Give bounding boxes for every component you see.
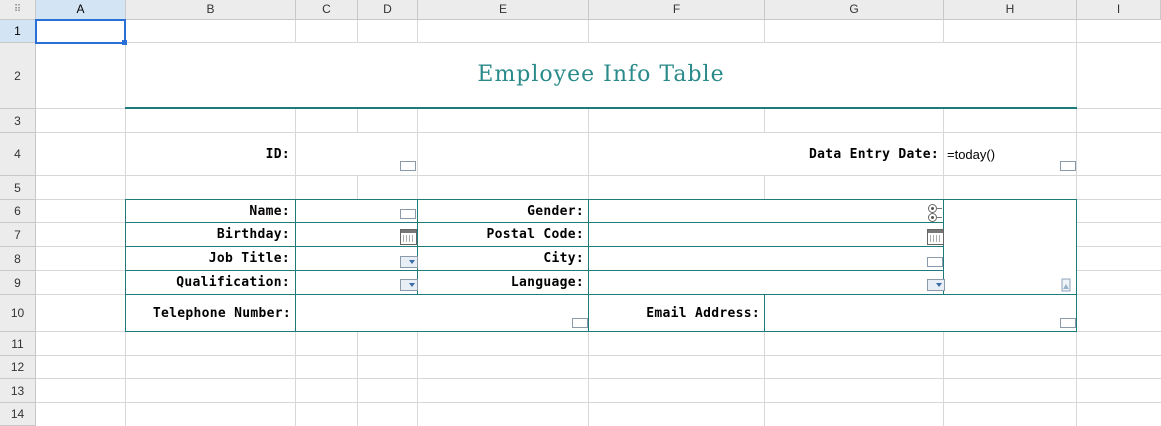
gridline	[417, 133, 418, 175]
page-title: Employee Info Table	[477, 62, 725, 87]
qualification-dropdown[interactable]	[296, 271, 418, 294]
select-all-corner[interactable]: ⠿	[0, 0, 36, 20]
email-label: Email Address:	[646, 305, 760, 321]
job-title-dropdown[interactable]	[296, 247, 418, 270]
column-header-g[interactable]: G	[765, 0, 944, 20]
qualification-label: Qualification:	[176, 275, 290, 290]
row-header-10[interactable]: 10	[0, 295, 36, 332]
row-header-6[interactable]: 6	[0, 200, 36, 223]
selected-cell-a1[interactable]	[35, 19, 126, 44]
gridline	[943, 133, 944, 175]
postal-code-label: Postal Code:	[486, 227, 584, 242]
dropdown-arrow-icon	[400, 279, 418, 291]
row-header-13[interactable]: 13	[0, 379, 36, 403]
radio-line	[936, 217, 942, 218]
name-label: Name:	[249, 203, 290, 219]
column-header-i[interactable]: I	[1077, 0, 1161, 20]
email-input[interactable]	[765, 295, 1076, 331]
textbox-icon	[1060, 318, 1076, 328]
dropdown-arrow-icon	[400, 256, 418, 268]
gender-label: Gender:	[527, 203, 584, 219]
column-header-e[interactable]: E	[418, 0, 589, 20]
textbox-icon	[927, 257, 943, 267]
data-entry-date-label: Data Entry Date:	[808, 146, 939, 162]
form-border-bottom	[125, 331, 1077, 332]
textbox-icon	[572, 318, 588, 328]
birthday-date-picker[interactable]	[296, 223, 417, 246]
textbox-icon	[1060, 161, 1076, 171]
row-header-8[interactable]: 8	[0, 247, 36, 271]
column-header-b[interactable]: B	[126, 0, 296, 20]
telephone-input[interactable]	[296, 295, 588, 331]
row-header-9[interactable]: 9	[0, 271, 36, 295]
row-header-5[interactable]: 5	[0, 176, 36, 200]
row-header-14[interactable]: 14	[0, 403, 36, 426]
language-label: Language:	[510, 275, 584, 290]
radio-line	[936, 208, 942, 209]
data-entry-date-value[interactable]: =today()	[947, 133, 1076, 175]
gender-radio-group[interactable]	[589, 200, 943, 222]
textbox-icon	[400, 161, 416, 171]
cell-grid[interactable]: Employee Info Table ID: Data Entry Date:…	[35, 19, 1161, 426]
gridline	[36, 402, 1161, 403]
column-header-h[interactable]: H	[944, 0, 1077, 20]
gridline	[36, 378, 1161, 379]
column-header-f[interactable]: F	[589, 0, 765, 20]
fill-handle[interactable]	[122, 40, 127, 45]
form-border-right	[1076, 199, 1077, 332]
language-dropdown[interactable]	[589, 271, 945, 294]
calendar-icon	[400, 229, 417, 245]
id-label: ID:	[265, 146, 290, 162]
postal-code-date-picker[interactable]	[589, 223, 944, 246]
column-header-d[interactable]: D	[358, 0, 418, 20]
name-input[interactable]	[296, 200, 417, 222]
row-header-11[interactable]: 11	[0, 332, 36, 356]
title-underline	[125, 107, 1077, 109]
row-header-7[interactable]: 7	[0, 223, 36, 247]
row-header-1[interactable]: 1	[0, 20, 36, 43]
row-header-2[interactable]: 2	[0, 43, 36, 109]
photo-picker[interactable]	[944, 200, 1076, 294]
column-header-c[interactable]: C	[296, 0, 358, 20]
job-title-label: Job Title:	[208, 251, 290, 266]
birthday-label: Birthday:	[216, 227, 290, 242]
column-header-a[interactable]: A	[36, 0, 126, 20]
city-label: City:	[543, 251, 584, 266]
gridline	[36, 355, 1161, 356]
dropdown-arrow-icon	[927, 279, 945, 291]
calendar-icon	[927, 229, 944, 245]
image-icon	[1061, 278, 1071, 292]
row-header-12[interactable]: 12	[0, 356, 36, 379]
id-input[interactable]	[296, 133, 417, 175]
row-header-3[interactable]: 3	[0, 109, 36, 133]
textbox-icon	[400, 209, 416, 219]
telephone-label: Telephone Number:	[152, 305, 291, 321]
gridline	[36, 175, 1161, 176]
row-header-4[interactable]: 4	[0, 133, 36, 176]
city-input[interactable]	[589, 247, 943, 270]
